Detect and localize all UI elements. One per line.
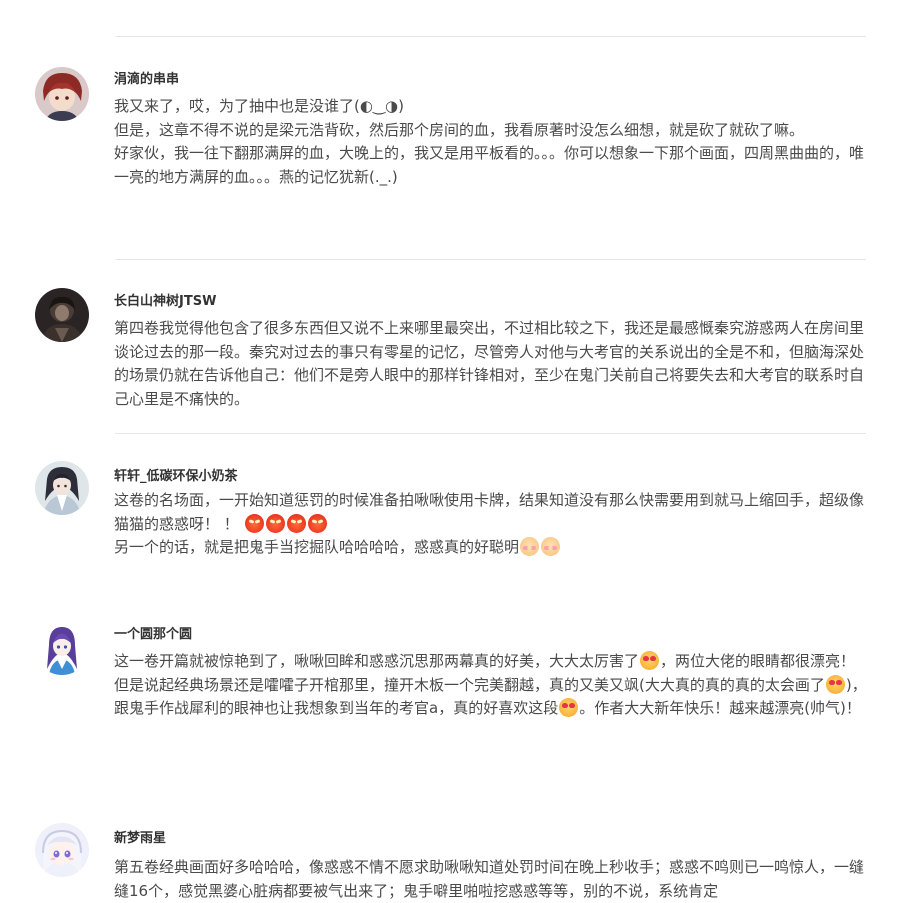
comment-paragraph: 第四卷我觉得他包含了很多东西但又说不上来哪里最突出，不过相比较之下，我还是最感慨… xyxy=(114,319,865,408)
blush-face-emoji-icon xyxy=(520,537,540,556)
divider xyxy=(115,433,866,434)
blush-face-emoji-icon xyxy=(541,537,561,556)
avatar[interactable] xyxy=(35,461,89,515)
comment-paragraph: 但是，这章不得不说的是梁元浩背砍，然后那个房间的血，我看原著时没怎么细想，就是砍… xyxy=(114,120,805,139)
comment-text: 但是说起经典场景还是嚯嚯子开棺那里，撞开木板一个完美翻越，真的又美又飒(大大真的… xyxy=(114,675,825,694)
heart-eyes-emoji-icon xyxy=(640,651,660,670)
heart-eyes-emoji-icon xyxy=(825,674,845,694)
avatar[interactable] xyxy=(35,288,89,342)
comment-username[interactable]: 新梦雨星 xyxy=(114,827,166,846)
avatar[interactable] xyxy=(35,67,89,121)
angry-face-emoji-icon xyxy=(244,513,264,533)
comment-username[interactable]: 一个圆那个圆 xyxy=(114,623,192,642)
comment-paragraph: 这一卷开篇就被惊艳到了，啾啾回眸和惑惑沉思那两幕真的好美，大大太厉害了 ，两位大佬… xyxy=(114,650,874,674)
heart-eyes-emoji-icon xyxy=(559,698,579,717)
comment-paragraph: 第五卷经典画面好多哈哈哈，像惑惑不情不愿求助啾啾知道处罚时间在晚上秒收手；惑惑不… xyxy=(114,858,865,900)
previous-comment-remnant xyxy=(262,0,402,6)
comment-username[interactable]: 长白山神树JTSW xyxy=(114,290,216,309)
comment-paragraph: 另一个的话，就是把鬼手当挖掘队哈哈哈哈，惑惑真的好聪明 xyxy=(114,536,874,560)
comment-text: 。作者大大新年快乐！越来越漂亮(帅气)！ xyxy=(579,699,861,717)
angry-face-emoji-icon xyxy=(286,513,306,533)
comment-paragraph: 但是说起经典场景还是嚯嚯子开棺那里，撞开木板一个完美翻越，真的又美又飒(大大真的… xyxy=(114,674,874,721)
angry-face-emoji-icon xyxy=(307,513,327,533)
comment-body: 我又来了，哎，为了抽中也是没谁了(◐‿◑) 但是，这章不得不说的是梁元浩背砍，然… xyxy=(114,95,874,189)
comment-body: 第四卷我觉得他包含了很多东西但又说不上来哪里最突出，不过相比较之下，我还是最感慨… xyxy=(114,317,874,411)
comment-paragraph: 我又来了，哎，为了抽中也是没谁了(◐‿◑) xyxy=(114,97,404,115)
comment-text: 这卷的名场面，一开始知道惩罚的时候准备拍啾啾使用卡牌，结果知道没有那么快需要用到… xyxy=(114,491,865,533)
comment-paragraph: 这卷的名场面，一开始知道惩罚的时候准备拍啾啾使用卡牌，结果知道没有那么快需要用到… xyxy=(114,489,874,536)
comment-username[interactable]: 轩轩_低碳环保小奶茶 xyxy=(114,465,238,484)
divider xyxy=(115,259,866,260)
comment-paragraph: 好家伙，我一往下翻那满屏的血，大晚上的，我又是用平板看的。。。你可以想象一下那个… xyxy=(114,144,865,186)
comment-body: 这一卷开篇就被惊艳到了，啾啾回眸和惑惑沉思那两幕真的好美，大大太厉害了 ，两位大佬… xyxy=(114,650,874,721)
comment-text: 另一个的话，就是把鬼手当挖掘队哈哈哈哈，惑惑真的好聪明 xyxy=(114,538,520,556)
comment-text: 这一卷开篇就被惊艳到了，啾啾回眸和惑惑沉思那两幕真的好美，大大太厉害了 xyxy=(114,652,640,670)
divider xyxy=(115,36,866,37)
angry-face-emoji-icon xyxy=(265,513,285,533)
comment-body: 第五卷经典画面好多哈哈哈，像惑惑不情不愿求助啾啾知道处罚时间在晚上秒收手；惑惑不… xyxy=(114,856,874,903)
comment-text: ，两位大佬的眼睛都很漂亮！ xyxy=(660,652,856,670)
comment-body: 这卷的名场面，一开始知道惩罚的时候准备拍啾啾使用卡牌，结果知道没有那么快需要用到… xyxy=(114,489,874,560)
avatar[interactable] xyxy=(35,823,89,877)
avatar[interactable] xyxy=(35,621,89,675)
comment-username[interactable]: 涓滴的串串 xyxy=(114,68,179,87)
